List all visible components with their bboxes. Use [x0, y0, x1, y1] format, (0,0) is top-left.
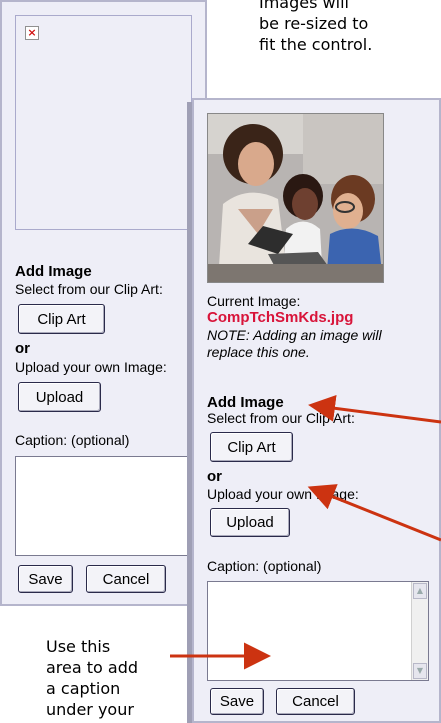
- save-button[interactable]: Save: [18, 565, 73, 593]
- caption-area-note: Use this area to add a caption under you…: [46, 636, 138, 720]
- resize-note-line: Images will: [259, 0, 349, 12]
- upload-button[interactable]: Upload: [210, 508, 290, 537]
- cancel-button[interactable]: Cancel: [86, 565, 166, 593]
- resize-note-line: fit the control.: [259, 35, 373, 54]
- upload-button[interactable]: Upload: [18, 382, 101, 412]
- resize-note-line: be re-sized to: [259, 14, 369, 33]
- caption-scrollbar[interactable]: ▲ ▼: [411, 582, 428, 680]
- caption-textarea[interactable]: [15, 456, 205, 556]
- caption-area-note-line: under your: [46, 700, 134, 719]
- add-image-heading: Add Image: [15, 263, 92, 280]
- caption-label: Caption: (optional): [207, 558, 322, 574]
- add-image-panel-current: Current Image: CompTchSmKds.jpg NOTE: Ad…: [192, 98, 441, 723]
- caption-area-note-line: Use this: [46, 637, 111, 656]
- current-image-label: Current Image:: [207, 293, 301, 309]
- replace-note-line: replace this one.: [207, 344, 310, 360]
- caption-area-note-line: a caption: [46, 679, 121, 698]
- caption-area-note-line: area to add: [46, 658, 139, 677]
- clip-art-prompt: Select from our Clip Art:: [15, 281, 163, 297]
- current-image-filename: CompTchSmKds.jpg: [207, 309, 354, 326]
- scroll-up-arrow-icon[interactable]: ▲: [413, 583, 427, 599]
- clip-art-button[interactable]: Clip Art: [18, 304, 105, 334]
- current-image-photo: [207, 113, 384, 283]
- clip-art-button[interactable]: Clip Art: [210, 432, 293, 462]
- broken-image-icon: ×: [25, 26, 39, 40]
- cancel-button[interactable]: Cancel: [276, 688, 355, 715]
- or-separator: or: [15, 340, 30, 357]
- classroom-photo-icon: [208, 114, 383, 282]
- caption-label: Caption: (optional): [15, 432, 130, 448]
- upload-prompt: Upload your own Image:: [15, 359, 167, 375]
- add-image-heading: Add Image: [207, 394, 284, 411]
- add-image-panel-empty: × Add Image Select from our Clip Art: Cl…: [0, 0, 207, 606]
- replace-note-line: NOTE: Adding an image will: [207, 327, 382, 343]
- resize-note: Images will be re-sized to fit the contr…: [259, 0, 372, 55]
- scroll-down-arrow-icon[interactable]: ▼: [413, 663, 427, 679]
- upload-prompt: Upload your own Image:: [207, 486, 359, 502]
- caption-textarea[interactable]: ▲ ▼: [207, 581, 429, 681]
- image-placeholder: ×: [15, 15, 192, 230]
- clip-art-prompt: Select from our Clip Art:: [207, 410, 355, 426]
- save-button[interactable]: Save: [210, 688, 264, 715]
- or-separator: or: [207, 468, 222, 485]
